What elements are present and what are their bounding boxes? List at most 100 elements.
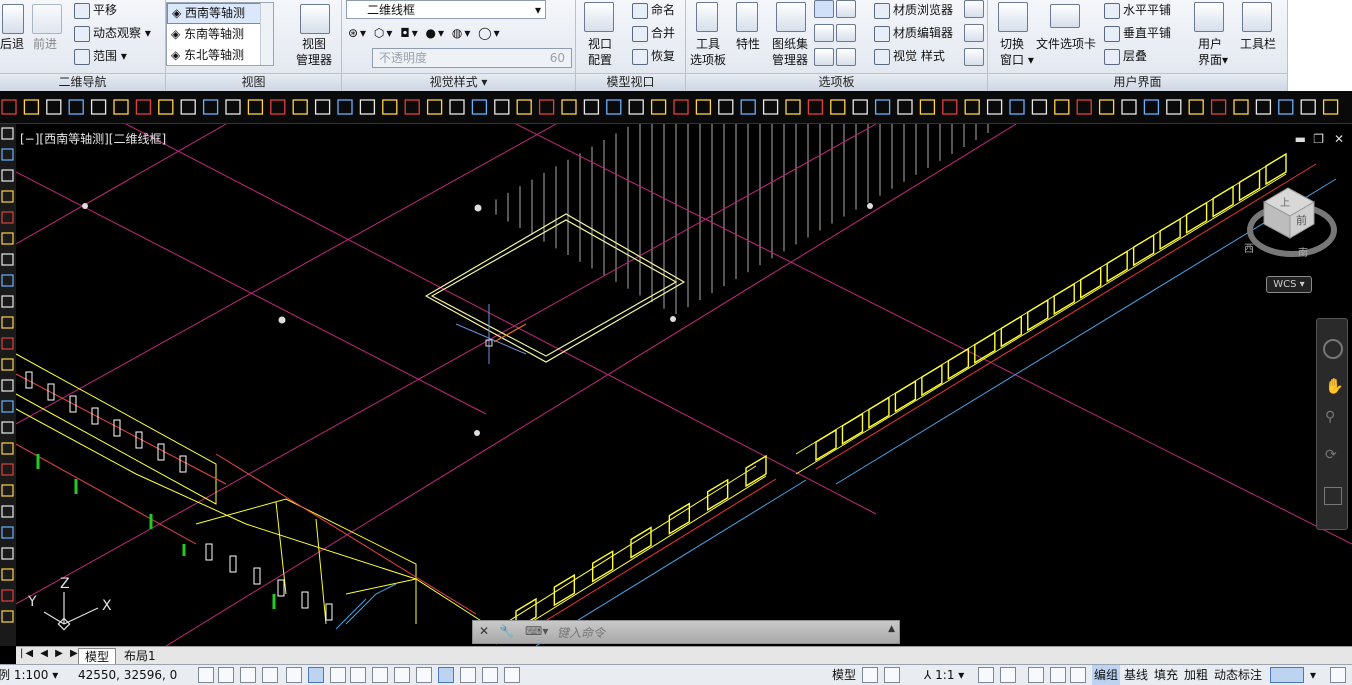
toolbar-tool-icon[interactable] <box>897 99 913 115</box>
toolbar-tool-icon[interactable] <box>359 99 376 115</box>
toolbar-tool-icon[interactable] <box>494 99 510 115</box>
bold-button[interactable]: 加粗 <box>1184 665 1208 685</box>
sc-toggle[interactable] <box>482 667 498 683</box>
left-tool-icon[interactable] <box>1 505 14 518</box>
ortho-toggle[interactable] <box>262 667 278 683</box>
osnap-toggle[interactable] <box>308 667 324 683</box>
toolbar-tool-icon[interactable] <box>225 99 241 115</box>
sheetset-line2[interactable]: 管理器 <box>772 53 808 67</box>
toolbar-tool-icon[interactable] <box>807 99 824 115</box>
steeringwheel-icon[interactable] <box>1323 339 1343 359</box>
group-button[interactable]: 编组 <box>1092 665 1121 685</box>
toolbar-tool-icon[interactable] <box>180 99 196 115</box>
3d-osnap-toggle[interactable] <box>330 667 346 683</box>
left-tool-icon[interactable] <box>1 484 14 497</box>
drawing-viewport[interactable]: Z X Y 上 前 西 南 [−][西南等轴测][二维线框] ▬ ❐ ✕ WCS… <box>16 124 1352 646</box>
toolbar-tool-icon[interactable] <box>785 99 801 115</box>
baseline-button[interactable]: 基线 <box>1124 665 1148 685</box>
toolbar-tool-icon[interactable] <box>1076 99 1092 115</box>
toolbar-tool-icon[interactable] <box>292 99 308 115</box>
tile-horizontal-button[interactable]: 水平平铺 <box>1104 0 1171 20</box>
restore-viewports-button[interactable]: 恢复 <box>632 46 675 66</box>
pan-hand-icon[interactable]: ✋ <box>1325 377 1344 395</box>
toolbar-tool-icon[interactable] <box>650 99 667 115</box>
view-gallery[interactable]: ◈ 西南等轴测 ◈ 东南等轴测 ◈ 东北等轴测 <box>166 2 274 66</box>
tpy-toggle[interactable] <box>438 667 454 683</box>
named-viewports-button[interactable]: 命名 <box>632 0 675 20</box>
toolbar-tool-icon[interactable] <box>830 99 846 115</box>
toolbar-tool-icon[interactable] <box>1300 99 1316 115</box>
extents-button[interactable]: 范围 ▾ <box>74 46 127 66</box>
toolbar-tool-icon[interactable] <box>270 99 286 115</box>
dynamic-dim-button[interactable]: 动态标注 <box>1214 665 1262 685</box>
model-space-button[interactable]: 模型 <box>832 665 856 685</box>
left-tool-icon[interactable] <box>1 211 14 224</box>
toolbar-tool-icon[interactable] <box>695 99 712 115</box>
user-interface-line1[interactable]: 用户 <box>1198 37 1222 51</box>
toolbar-tool-icon[interactable] <box>919 99 936 115</box>
toolbars-button[interactable]: 工具栏 <box>1240 37 1276 51</box>
wrench-icon[interactable]: 🔧 <box>499 624 514 638</box>
toolbar-tool-icon[interactable] <box>1009 99 1025 115</box>
toolbar-tool-icon[interactable] <box>46 99 62 115</box>
left-vertical-toolbar[interactable] <box>0 124 16 646</box>
left-tool-icon[interactable] <box>1 547 14 560</box>
join-viewports-button[interactable]: 合并 <box>632 23 675 43</box>
toolbar-tool-icon[interactable] <box>158 99 174 115</box>
left-tool-icon[interactable] <box>1 589 14 602</box>
visual-style-tools[interactable]: ⊛▾ ⬡▾ ◘▾ ●▾ ◍▾ ◯▾ <box>348 23 502 43</box>
palette-icon-d[interactable] <box>836 24 856 42</box>
left-tool-icon[interactable] <box>1 463 14 476</box>
viewcube[interactable]: 上 前 西 南 <box>1244 187 1337 259</box>
left-tool-icon[interactable] <box>1 421 14 434</box>
palette-icon-a[interactable] <box>814 0 834 18</box>
toolbar-tool-icon[interactable] <box>471 99 488 115</box>
left-tool-icon[interactable] <box>1 568 14 581</box>
toolbar-tool-icon[interactable] <box>337 99 353 115</box>
palette-icon-c[interactable] <box>814 24 834 42</box>
properties-icon[interactable] <box>736 2 758 32</box>
palette-icon-b[interactable] <box>836 0 856 18</box>
toolbar-tool-icon[interactable] <box>852 99 868 115</box>
toolbar-tool-icon[interactable] <box>1188 99 1204 115</box>
isolate-icon[interactable] <box>1070 667 1086 683</box>
left-tool-icon[interactable] <box>1 295 14 308</box>
back-button[interactable]: 后退 <box>0 37 24 51</box>
toolbar-tool-icon[interactable] <box>1098 99 1115 115</box>
lock-icon[interactable] <box>1050 667 1066 683</box>
orbit-nav-icon[interactable]: ⟳ <box>1325 447 1337 463</box>
toolbar-tool-icon[interactable] <box>628 99 644 115</box>
toolbar-tool-icon[interactable] <box>1121 99 1137 115</box>
fill-button[interactable]: 填充 <box>1154 665 1178 685</box>
close-cmd-icon[interactable]: ✕ <box>479 624 489 638</box>
palette-icon-f[interactable] <box>836 48 856 66</box>
toolbar-tool-icon[interactable] <box>314 99 331 115</box>
toolbar-tool-icon[interactable] <box>561 99 577 115</box>
quick-view-drawings[interactable] <box>884 667 900 683</box>
toolbar-tool-icon[interactable] <box>762 99 779 115</box>
material-editor-button[interactable]: 材质编辑器 <box>874 23 953 43</box>
toolbar-tool-icon[interactable] <box>1233 99 1249 115</box>
toolbar-tool-icon[interactable] <box>740 99 756 115</box>
palette-icon-g[interactable] <box>964 0 984 18</box>
left-tool-icon[interactable] <box>1 232 14 245</box>
showmotion-icon[interactable] <box>1324 487 1342 505</box>
toolbar-tool-icon[interactable] <box>516 99 532 115</box>
left-tool-icon[interactable] <box>1 442 14 455</box>
left-tool-icon[interactable] <box>1 526 14 539</box>
gallery-scrollbar[interactable] <box>260 3 273 65</box>
annotation-visibility[interactable] <box>978 667 994 683</box>
switch-window-line2[interactable]: 窗口 ▾ <box>1000 53 1034 67</box>
dyn-toggle[interactable] <box>394 667 410 683</box>
toolbar-tool-icon[interactable] <box>202 99 219 115</box>
toolbar-tool-icon[interactable] <box>1 99 17 115</box>
view-manager-line2[interactable]: 管理器 <box>296 53 332 67</box>
toolbar-tool-icon[interactable] <box>90 99 107 115</box>
sheetset-icon[interactable] <box>776 2 806 32</box>
toolbars-icon[interactable] <box>1242 2 1272 32</box>
panel-title-visual-styles[interactable]: 视觉样式 ▾ <box>342 73 575 91</box>
cascade-button[interactable]: 层叠 <box>1104 46 1147 66</box>
toolbar-tool-icon[interactable] <box>874 99 891 115</box>
toolbar-tool-icon[interactable] <box>404 99 420 115</box>
palette-icon-i[interactable] <box>964 48 984 66</box>
